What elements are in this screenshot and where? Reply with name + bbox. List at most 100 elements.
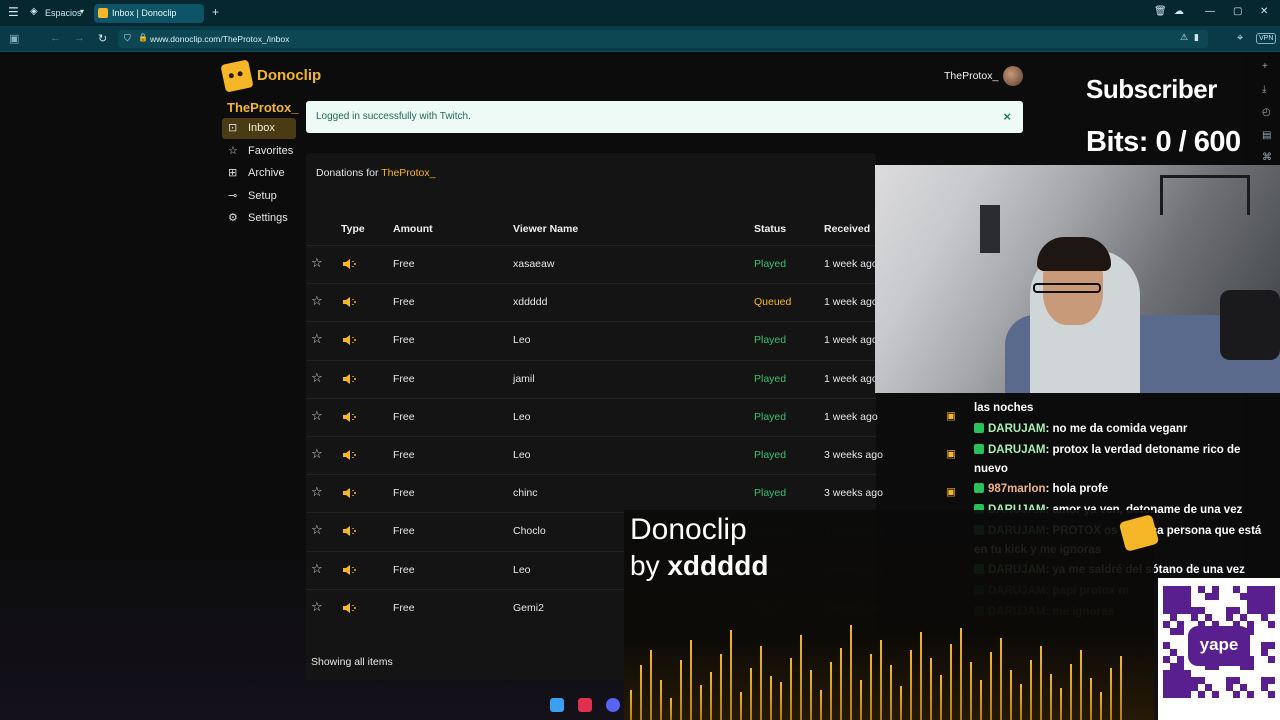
forward-icon[interactable]: → [74,32,85,44]
trash-icon[interactable]: 🗑 [1154,6,1167,17]
logo-text[interactable]: Donoclip [257,67,321,84]
cloud-icon[interactable]: ☁ [1174,6,1184,17]
avatar[interactable] [1003,66,1023,86]
new-tab-icon[interactable]: + [212,5,219,19]
visualizer-bar [770,676,772,720]
viewer-cell: chinc [513,487,538,499]
visualizer-bar [790,658,792,720]
visualizer-bar [900,686,902,720]
user-name[interactable]: TheProtox_ [944,70,998,82]
sidebar-item-settings[interactable]: ⚙ Settings [222,208,296,229]
notes-icon[interactable]: ▤ [1262,130,1274,142]
tab-title: Inbox | Donoclip [112,8,177,18]
replay-icon[interactable]: ▣ [946,410,956,422]
minimize-icon[interactable]: — [1205,6,1215,17]
table-row[interactable] [306,360,876,398]
shield-icon[interactable]: ⛉ [124,33,131,44]
sidebar-item-setup[interactable]: ⊸ Setup [222,186,296,207]
visualizer-bar [830,662,832,720]
visualizer-bar [820,690,822,720]
visualizer-bar [680,660,682,720]
screenshot-icon[interactable]: ⌖ [1237,32,1243,45]
tab-inbox[interactable]: Inbox | Donoclip [94,4,204,23]
sidebar-item-archive[interactable]: ⊞ Archive [222,163,296,184]
visualizer-bar [840,648,842,720]
translate-icon[interactable]: ⌘ [1262,152,1274,164]
close-window-icon[interactable]: ✕ [1260,6,1268,17]
table-row[interactable] [306,245,876,283]
sidebar-item-label: Setup [248,190,277,202]
column-header-received[interactable]: Received [824,223,870,235]
table-row[interactable] [306,436,876,474]
donoclip-logo-icon[interactable] [220,59,254,93]
replay-icon[interactable]: ▣ [946,486,956,498]
chevron-down-icon[interactable]: ▾ [80,7,84,16]
column-header-status[interactable]: Status [754,223,786,235]
spaces-icon[interactable]: ◈ [30,6,38,17]
back-icon[interactable]: ← [50,32,61,44]
visualizer-bar [990,652,992,720]
favorite-star-icon[interactable]: ☆ [311,370,323,386]
favorite-star-icon[interactable]: ☆ [311,331,323,347]
table-row[interactable] [306,398,876,436]
visualizer-bar [720,654,722,720]
windows-icon[interactable] [550,698,564,712]
viewer-cell: Gemi2 [513,602,544,614]
menu-icon[interactable]: ☰ [8,5,19,19]
favorite-star-icon[interactable]: ☆ [311,446,323,462]
megaphone-icon [342,257,356,269]
table-row[interactable] [306,321,876,359]
table-row[interactable] [306,474,876,512]
kick-badge-icon [974,483,984,493]
replay-icon[interactable]: ▣ [946,448,956,460]
amount-cell: Free [393,564,415,576]
url-field[interactable]: ⛉ 🔒 www.donoclip.com/TheProtox_/inbox ⚠ … [118,30,1208,48]
sidebar-toggle-icon[interactable]: ▣ [9,32,19,45]
chat-message: DARUJAM: protox la verdad detoname rico … [974,441,1274,479]
received-cell: 1 week ago [824,258,878,270]
heading-channel[interactable]: TheProtox_ [381,167,435,179]
visualizer-bar [630,690,632,720]
favorite-star-icon[interactable]: ☆ [311,293,323,309]
favorite-star-icon[interactable]: ☆ [311,561,323,577]
favorite-star-icon[interactable]: ☆ [311,255,323,271]
visualizer-bar [920,632,922,720]
maximize-icon[interactable]: ▢ [1233,6,1242,17]
favorite-star-icon[interactable]: ☆ [311,522,323,538]
visualizer-bar [1030,660,1032,720]
sidebar-item-label: Favorites [248,145,294,157]
visualizer-bar [980,680,982,720]
viewer-cell: Leo [513,449,531,461]
visualizer-bar [1010,670,1012,720]
amount-cell: Free [393,296,415,308]
webcam-video [875,165,1280,393]
warning-icon[interactable]: ⚠ [1180,32,1188,43]
download-icon[interactable]: ⤓ [1262,84,1274,96]
bookmark-icon[interactable]: ▮ [1194,32,1199,43]
vpn-badge[interactable]: VPN [1256,33,1277,44]
sidebar-item-label: Settings [248,212,288,224]
history-icon[interactable]: ◴ [1262,107,1274,119]
favorite-star-icon[interactable]: ☆ [311,599,323,615]
spaces-label[interactable]: Espacios [45,8,82,18]
amount-cell: Free [393,373,415,385]
chat-message: DARUJAM: no me da comida veganr [974,420,1274,439]
chat-username: DARUJAM [988,423,1046,435]
discord-icon[interactable] [606,698,620,712]
column-header-type[interactable]: Type [341,223,365,235]
add-panel-icon[interactable]: + [1262,61,1274,73]
sidebar-item-favorites[interactable]: ☆ Favorites [222,141,296,162]
favorite-star-icon[interactable]: ☆ [311,484,323,500]
status-cell: Queued [754,296,792,308]
sidebar-item-inbox[interactable]: ⊡ Inbox [222,118,296,139]
tiktok-icon[interactable] [578,698,592,712]
visualizer-bar [860,680,862,720]
reload-icon[interactable]: ↻ [98,32,107,45]
column-header-viewer[interactable]: Viewer Name [513,223,578,235]
column-header-amount[interactable]: Amount [393,223,433,235]
favorite-star-icon[interactable]: ☆ [311,408,323,424]
visualizer-bar [730,630,732,720]
favicon-icon [98,8,108,18]
amount-cell: Free [393,334,415,346]
close-icon[interactable]: × [1003,109,1011,124]
